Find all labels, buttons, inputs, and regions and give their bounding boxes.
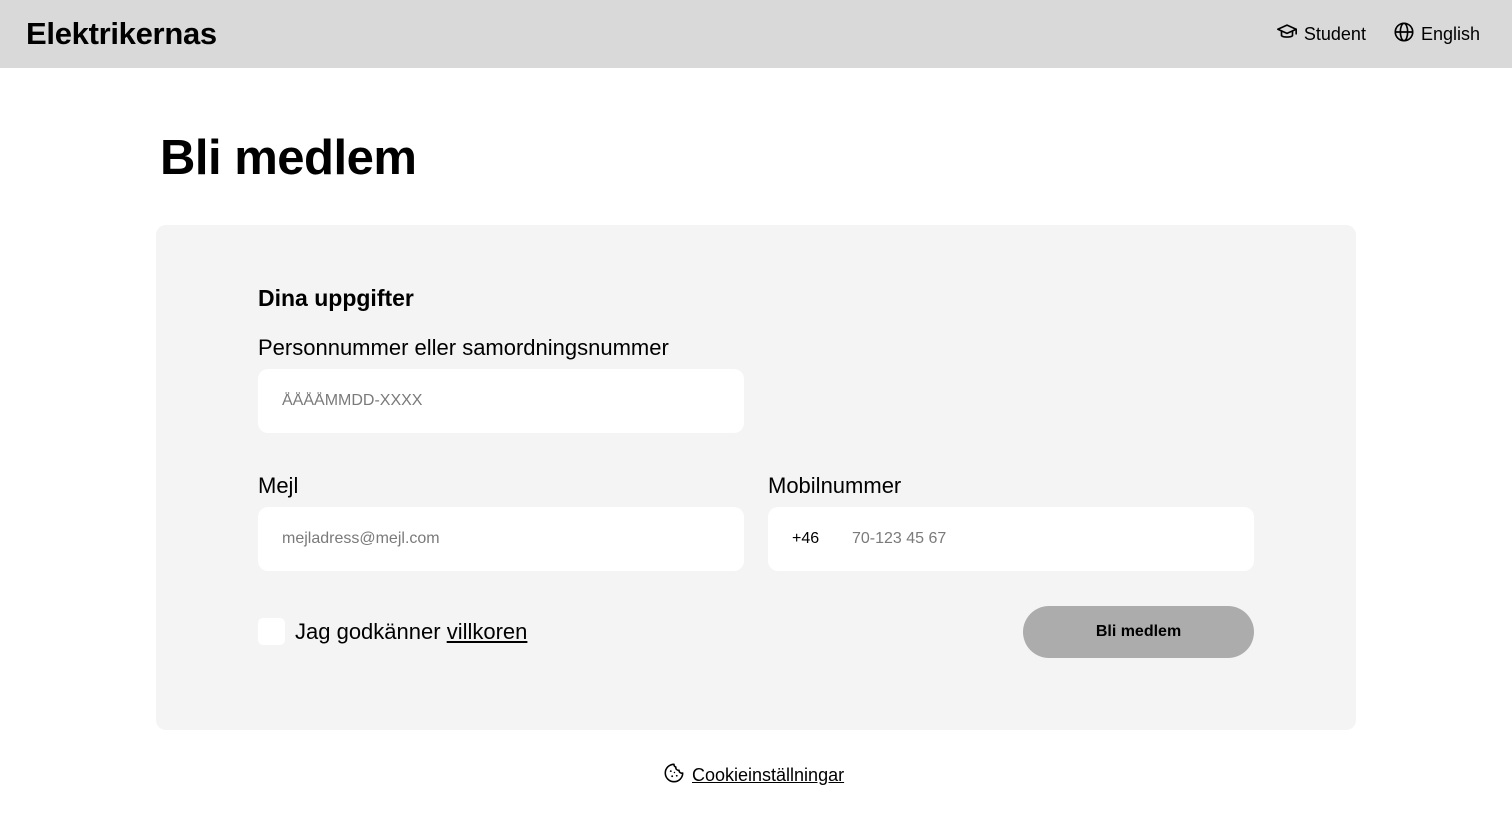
mobile-field: +46 bbox=[768, 507, 1254, 571]
top-actions: Student English bbox=[1276, 21, 1480, 48]
top-bar: Elektrikernas Student English bbox=[0, 0, 1512, 68]
cookie-settings-link[interactable]: Cookieinställningar bbox=[663, 762, 844, 789]
section-title: Dina uppgifter bbox=[258, 285, 414, 311]
email-input[interactable] bbox=[258, 507, 744, 571]
cookie-settings-label: Cookieinställningar bbox=[692, 765, 845, 785]
language-switch[interactable]: English bbox=[1393, 21, 1480, 48]
student-link[interactable]: Student bbox=[1276, 21, 1366, 48]
consent-text: Jag godkänner villkoren bbox=[295, 619, 527, 645]
page-title: Bli medlem bbox=[160, 131, 417, 185]
personnummer-input[interactable] bbox=[258, 369, 744, 433]
terms-link[interactable]: villkoren bbox=[447, 619, 528, 644]
membership-form-card: Dina uppgifter Personnummer eller samord… bbox=[156, 225, 1356, 730]
personnummer-label: Personnummer eller samordningsnummer bbox=[258, 335, 669, 360]
globe-icon bbox=[1393, 21, 1415, 48]
mobile-input[interactable] bbox=[852, 507, 1254, 571]
student-label: Student bbox=[1303, 23, 1366, 44]
brand-logo[interactable]: Elektrikernas bbox=[26, 16, 217, 52]
terms-checkbox[interactable] bbox=[258, 618, 285, 645]
mobile-label: Mobilnummer bbox=[768, 473, 902, 498]
email-label: Mejl bbox=[258, 473, 299, 498]
country-code: +46 bbox=[792, 530, 820, 547]
cookie-icon bbox=[663, 762, 685, 789]
graduation-cap-icon bbox=[1276, 21, 1298, 48]
language-label: English bbox=[1420, 23, 1480, 44]
consent-label: Jag godkänner bbox=[295, 618, 441, 644]
submit-button[interactable]: Bli medlem bbox=[1023, 606, 1254, 658]
terms-consent: Jag godkänner villkoren bbox=[258, 618, 527, 645]
